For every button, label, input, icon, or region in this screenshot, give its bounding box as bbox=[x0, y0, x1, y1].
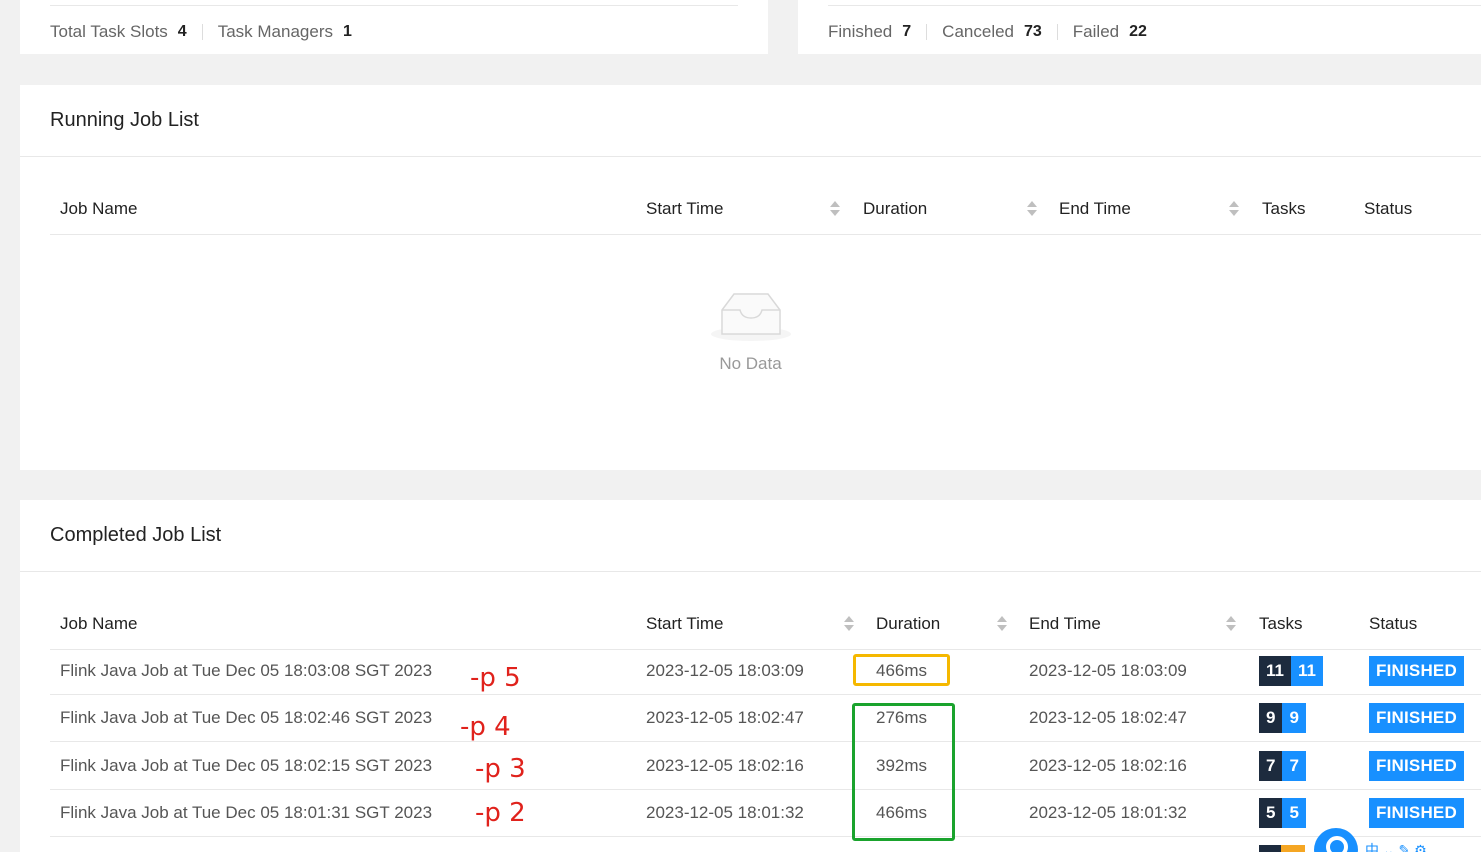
column-start-time[interactable]: Start Time bbox=[646, 598, 723, 650]
annotation-parallelism: -p 3 bbox=[475, 754, 526, 784]
column-job-name: Job Name bbox=[60, 614, 138, 633]
table-row[interactable]: Flink Java Job at Tue Dec 05 18:03:08 SG… bbox=[50, 647, 1481, 695]
status-badge: FINISHED bbox=[1369, 703, 1464, 733]
divider bbox=[828, 5, 1481, 6]
annotation-parallelism: -p 4 bbox=[460, 712, 511, 742]
table-row[interactable]: Flink Java Job at Tue Dec 05 18:02:46 SG… bbox=[50, 695, 1481, 742]
completed-job-list-panel: Completed Job List Job Name Start Time D… bbox=[20, 500, 1481, 852]
end-time: 2023-12-05 18:03:09 bbox=[1029, 660, 1187, 680]
failed-count: 22 bbox=[1129, 23, 1147, 40]
column-tasks: Tasks bbox=[1262, 199, 1306, 218]
task-counts: 11 11 bbox=[1259, 647, 1323, 694]
status-badge: FINISHED bbox=[1369, 750, 1464, 781]
task-counts: 77 bbox=[1259, 742, 1306, 789]
start-time: 2023-12-05 18:02:47 bbox=[646, 708, 804, 727]
sort-icon[interactable] bbox=[844, 616, 854, 634]
start-time: 2023-12-05 18:02:16 bbox=[646, 755, 804, 775]
finished-count: 7 bbox=[902, 23, 912, 40]
start-time: 2023-12-05 18:03:09 bbox=[646, 660, 804, 680]
column-end-time[interactable]: End Time bbox=[1029, 598, 1101, 650]
failed-label: Failed bbox=[1072, 22, 1120, 41]
tasks-total: 11 bbox=[1259, 655, 1291, 686]
job-summary-card: Finished 7 Canceled 73 Failed 22 bbox=[798, 0, 1481, 54]
status-cell: FINISHED bbox=[1369, 790, 1464, 837]
finished-label: Finished bbox=[828, 22, 893, 41]
tasks-total: 5 bbox=[1259, 798, 1283, 828]
status-cell: FINISHED bbox=[1369, 695, 1464, 742]
status-cell: FINISHED bbox=[1369, 647, 1464, 694]
empty-inbox-icon bbox=[710, 293, 791, 341]
job-name[interactable]: Flink Java Job at Tue Dec 05 18:03:08 SG… bbox=[60, 647, 432, 694]
empty-state: No Data bbox=[20, 290, 1481, 374]
column-end-time[interactable]: End Time bbox=[1059, 183, 1131, 235]
end-time: 2023-12-05 18:01:32 bbox=[1029, 803, 1187, 822]
table-header: Job Name Start Time Duration End Time Ta… bbox=[50, 183, 1481, 235]
job-name[interactable]: Flink Java Job at Tue Dec 05 18:02:46 SG… bbox=[60, 695, 432, 742]
table-header: Job Name Start Time Duration End Time Ta… bbox=[50, 598, 1481, 650]
highlight-box-green bbox=[852, 703, 955, 841]
task-counts: 55 bbox=[1259, 790, 1306, 837]
column-duration[interactable]: Duration bbox=[863, 183, 927, 235]
column-tasks: Tasks bbox=[1259, 614, 1303, 633]
status-badge: FINISHED bbox=[1369, 655, 1464, 686]
table-row[interactable]: Flink Java Job at Tue Dec 05 18:02:15 SG… bbox=[50, 742, 1481, 790]
column-status: Status bbox=[1364, 199, 1413, 218]
canceled-label: Canceled bbox=[942, 22, 1014, 41]
status-badge: FINISHED bbox=[1369, 798, 1464, 828]
column-duration[interactable]: Duration bbox=[876, 598, 940, 650]
task-counts bbox=[1259, 845, 1305, 852]
total-task-slots-label: Total Task Slots bbox=[50, 22, 168, 41]
column-status: Status bbox=[1369, 614, 1418, 633]
tasks-pending bbox=[1281, 845, 1305, 852]
completed-job-table-body: Flink Java Job at Tue Dec 05 18:03:08 SG… bbox=[50, 647, 1481, 852]
annotation-parallelism: -p 2 bbox=[475, 798, 526, 828]
divider bbox=[201, 24, 203, 40]
end-time: 2023-12-05 18:02:16 bbox=[1029, 755, 1187, 775]
divider bbox=[926, 24, 928, 40]
task-managers-value: 1 bbox=[342, 23, 352, 40]
tasks-total: 9 bbox=[1259, 703, 1283, 733]
task-manager-summary-card: Total Task Slots 4 Task Managers 1 bbox=[20, 0, 768, 54]
task-managers-label: Task Managers bbox=[217, 22, 333, 41]
running-job-list-panel: Running Job List Job Name Start Time Dur… bbox=[20, 85, 1481, 470]
tasks-finished: 9 bbox=[1282, 703, 1306, 733]
tasks-total bbox=[1259, 845, 1281, 852]
divider bbox=[1056, 24, 1058, 40]
sort-icon[interactable] bbox=[997, 616, 1007, 634]
job-name[interactable]: Flink Java Job at Tue Dec 05 18:01:31 SG… bbox=[60, 790, 432, 837]
tasks-finished: 11 bbox=[1290, 655, 1323, 686]
job-name[interactable]: Flink Java Job at Tue Dec 05 18:02:15 SG… bbox=[60, 742, 432, 789]
tasks-total: 7 bbox=[1259, 750, 1283, 781]
sort-icon[interactable] bbox=[1229, 201, 1239, 219]
end-time: 2023-12-05 18:02:47 bbox=[1029, 708, 1187, 727]
status-cell: FINISHED bbox=[1369, 742, 1464, 789]
sort-icon[interactable] bbox=[1226, 616, 1236, 634]
empty-text: No Data bbox=[719, 354, 782, 373]
slot-stats: Total Task Slots 4 Task Managers 1 bbox=[50, 22, 352, 42]
tasks-finished: 7 bbox=[1282, 750, 1306, 781]
input-method-toolbar[interactable]: 中 ⌄ ✎ ⚙ bbox=[1365, 840, 1427, 852]
task-counts: 99 bbox=[1259, 695, 1306, 742]
sort-icon[interactable] bbox=[1027, 201, 1037, 219]
table-row-partial bbox=[50, 837, 1481, 852]
divider bbox=[50, 5, 738, 6]
highlight-box-yellow bbox=[853, 654, 950, 686]
annotation-parallelism: -p 5 bbox=[470, 663, 521, 693]
tasks-finished: 5 bbox=[1282, 798, 1306, 828]
job-stats: Finished 7 Canceled 73 Failed 22 bbox=[828, 22, 1147, 42]
table-row[interactable]: Flink Java Job at Tue Dec 05 18:01:31 SG… bbox=[50, 790, 1481, 837]
column-start-time[interactable]: Start Time bbox=[646, 183, 723, 235]
canceled-count: 73 bbox=[1024, 23, 1042, 40]
total-task-slots-value: 4 bbox=[177, 23, 187, 40]
panel-title: Completed Job List bbox=[20, 500, 1481, 572]
sort-icon[interactable] bbox=[830, 201, 840, 219]
start-time: 2023-12-05 18:01:32 bbox=[646, 803, 804, 822]
panel-title: Running Job List bbox=[20, 85, 1481, 157]
column-job-name: Job Name bbox=[60, 199, 138, 218]
